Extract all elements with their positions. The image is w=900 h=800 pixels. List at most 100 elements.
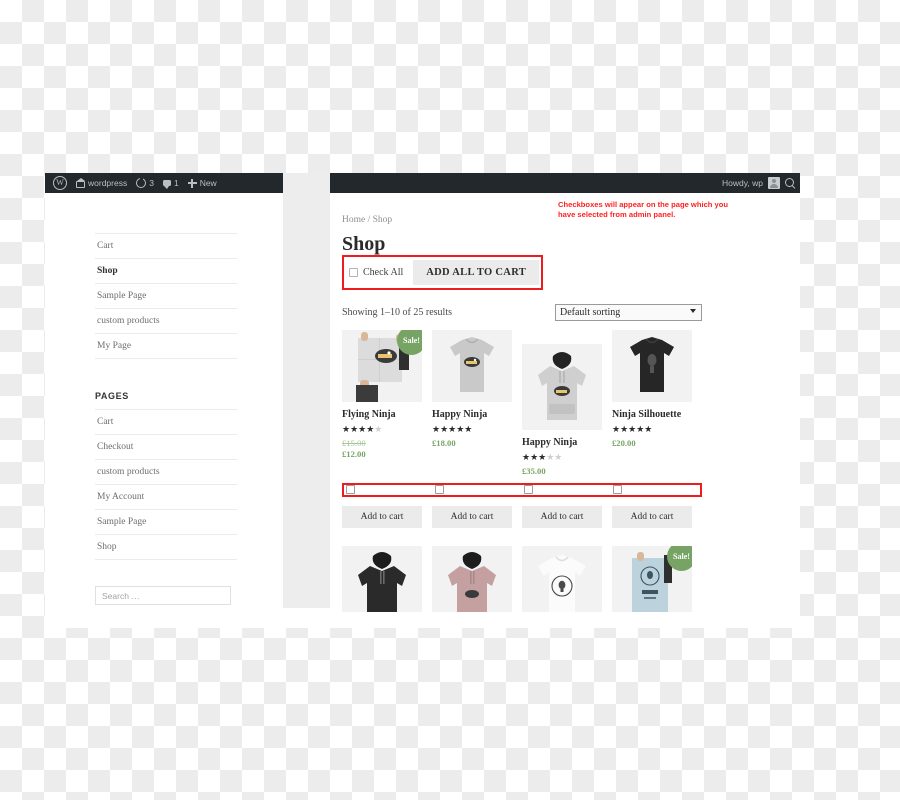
wp-admin-bar: W wordpress 3 1 New Howdy, wp [45,173,800,193]
product-checkbox-cell [344,485,423,494]
updates-count: 3 [149,178,154,188]
nav-label: Cart [97,241,114,251]
product-checkbox[interactable] [524,485,533,494]
add-to-cart-button[interactable]: Add to cart [342,505,422,528]
annotation-text: Checkboxes will appear on the page which… [558,200,729,220]
product-price: £15.00 £12.00 [342,438,422,459]
product-thumbnail[interactable] [522,545,602,612]
pages-item-checkout[interactable]: Checkout [95,435,237,460]
product-thumbnail[interactable] [432,545,512,612]
product-rating: ★★★★★ [522,451,563,462]
nav-label: Sample Page [97,291,147,301]
product-card[interactable]: Sale! Flying Ninja ★★★★★ £15.00 £12.00 [342,330,422,476]
browser-page-screenshot: W wordpress 3 1 New Howdy, wp Cart Shop … [45,173,800,628]
add-all-to-cart-button[interactable]: ADD ALL TO CART [413,260,540,285]
product-card[interactable] [342,545,422,612]
site-name-label: wordpress [88,178,128,188]
product-thumbnail[interactable] [612,330,692,402]
check-all-label: Check All [363,267,404,278]
product-checkbox-cell [611,485,690,494]
product-thumbnail[interactable]: Sale! [612,545,692,612]
pink-hoodie-image [432,545,512,612]
product-thumbnail[interactable] [432,330,512,402]
product-card[interactable] [522,545,602,612]
product-thumbnail[interactable] [342,545,422,612]
pages-item-label: custom products [97,467,160,477]
product-card[interactable]: Sale! [612,545,692,612]
product-sale-price: £35.00 [522,465,546,476]
pages-item-my-account[interactable]: My Account [95,485,237,510]
product-checkbox-highlight-strip [342,482,702,497]
site-name-menu[interactable]: wordpress [76,178,127,188]
product-title[interactable]: Happy Ninja [522,437,602,450]
wp-logo-menu[interactable]: W [53,176,67,190]
nav-item-sample-page[interactable]: Sample Page [95,284,237,309]
wordpress-logo-icon: W [53,176,67,190]
pages-item-label: Sample Page [97,517,147,527]
nav-item-custom-products[interactable]: custom products [95,309,237,334]
product-thumbnail[interactable]: Sale! [342,330,422,402]
result-and-sorting-row: Showing 1–10 of 25 results Default sorti… [342,304,800,321]
search-placeholder: Search … [102,590,140,601]
pages-item-label: Cart [97,417,114,427]
add-to-cart-button[interactable]: Add to cart [432,505,512,528]
white-tshirt-image [522,545,602,612]
site-body: Cart Shop Sample Page custom products My… [45,173,800,628]
home-icon [76,178,85,188]
search-icon[interactable] [785,177,796,189]
sidebar-column: Cart Shop Sample Page custom products My… [45,193,283,628]
sorting-select[interactable]: Default sorting [555,304,702,321]
plus-icon [187,178,197,188]
add-to-cart-button[interactable]: Add to cart [522,505,602,528]
product-card[interactable]: Happy Ninja ★★★★★ £35.00 [522,330,602,476]
shop-main-content: Home / Shop Shop Check All ADD ALL TO CA… [330,193,800,628]
black-hoodie-image [342,545,422,612]
comments-count: 1 [173,178,179,188]
nav-label: Shop [97,266,118,276]
product-checkbox-cell [433,485,512,494]
product-grid-row-2: Sale! [342,545,800,612]
pages-item-shop[interactable]: Shop [95,535,237,560]
product-thumbnail[interactable] [522,344,602,430]
check-all-checkbox[interactable] [349,268,358,277]
primary-nav: Cart Shop Sample Page custom products My… [95,233,237,359]
comment-bubble-icon [162,180,171,189]
product-checkbox[interactable] [346,485,355,494]
new-content-menu[interactable]: New [187,178,217,188]
nav-label: My Page [97,341,132,351]
sale-badge: Sale! [667,545,692,571]
check-all-highlight-box: Check All ADD ALL TO CART [342,255,544,290]
nav-item-shop[interactable]: Shop [95,259,237,284]
product-sale-price: £12.00 [342,448,366,459]
pages-item-sample-page[interactable]: Sample Page [95,510,237,535]
pages-item-label: Shop [97,542,117,552]
product-checkbox[interactable] [435,485,444,494]
updates-menu[interactable]: 3 [136,177,154,188]
product-rating: ★★★★★ [612,423,653,434]
product-rating: ★★★★★ [342,423,383,434]
grey-tshirt-image [432,330,512,402]
layout-grey-band [283,173,330,608]
black-tshirt-image [612,330,692,402]
new-label: New [199,178,217,188]
product-checkbox[interactable] [613,485,622,494]
updates-circle-icon [136,177,147,188]
nav-label: custom products [97,316,160,326]
nav-item-cart[interactable]: Cart [95,233,237,259]
nav-item-my-page[interactable]: My Page [95,334,237,359]
search-input[interactable]: Search … [95,586,231,605]
product-card[interactable] [432,545,512,612]
result-count: Showing 1–10 of 25 results [342,307,452,318]
product-title[interactable]: Ninja Silhouette [612,409,692,422]
pages-item-cart[interactable]: Cart [95,409,237,435]
pages-item-custom-products[interactable]: custom products [95,460,237,485]
page-title: Shop [342,233,386,255]
product-title[interactable]: Happy Ninja [432,409,512,422]
product-card[interactable]: Happy Ninja ★★★★★ £18.00 [432,330,512,476]
product-card[interactable]: Ninja Silhouette ★★★★★ £20.00 [612,330,692,476]
add-to-cart-button[interactable]: Add to cart [612,505,692,528]
howdy-label[interactable]: Howdy, wp [722,178,763,188]
comments-menu[interactable]: 1 [162,178,179,189]
avatar-icon[interactable] [768,177,780,189]
product-title[interactable]: Flying Ninja [342,409,422,422]
